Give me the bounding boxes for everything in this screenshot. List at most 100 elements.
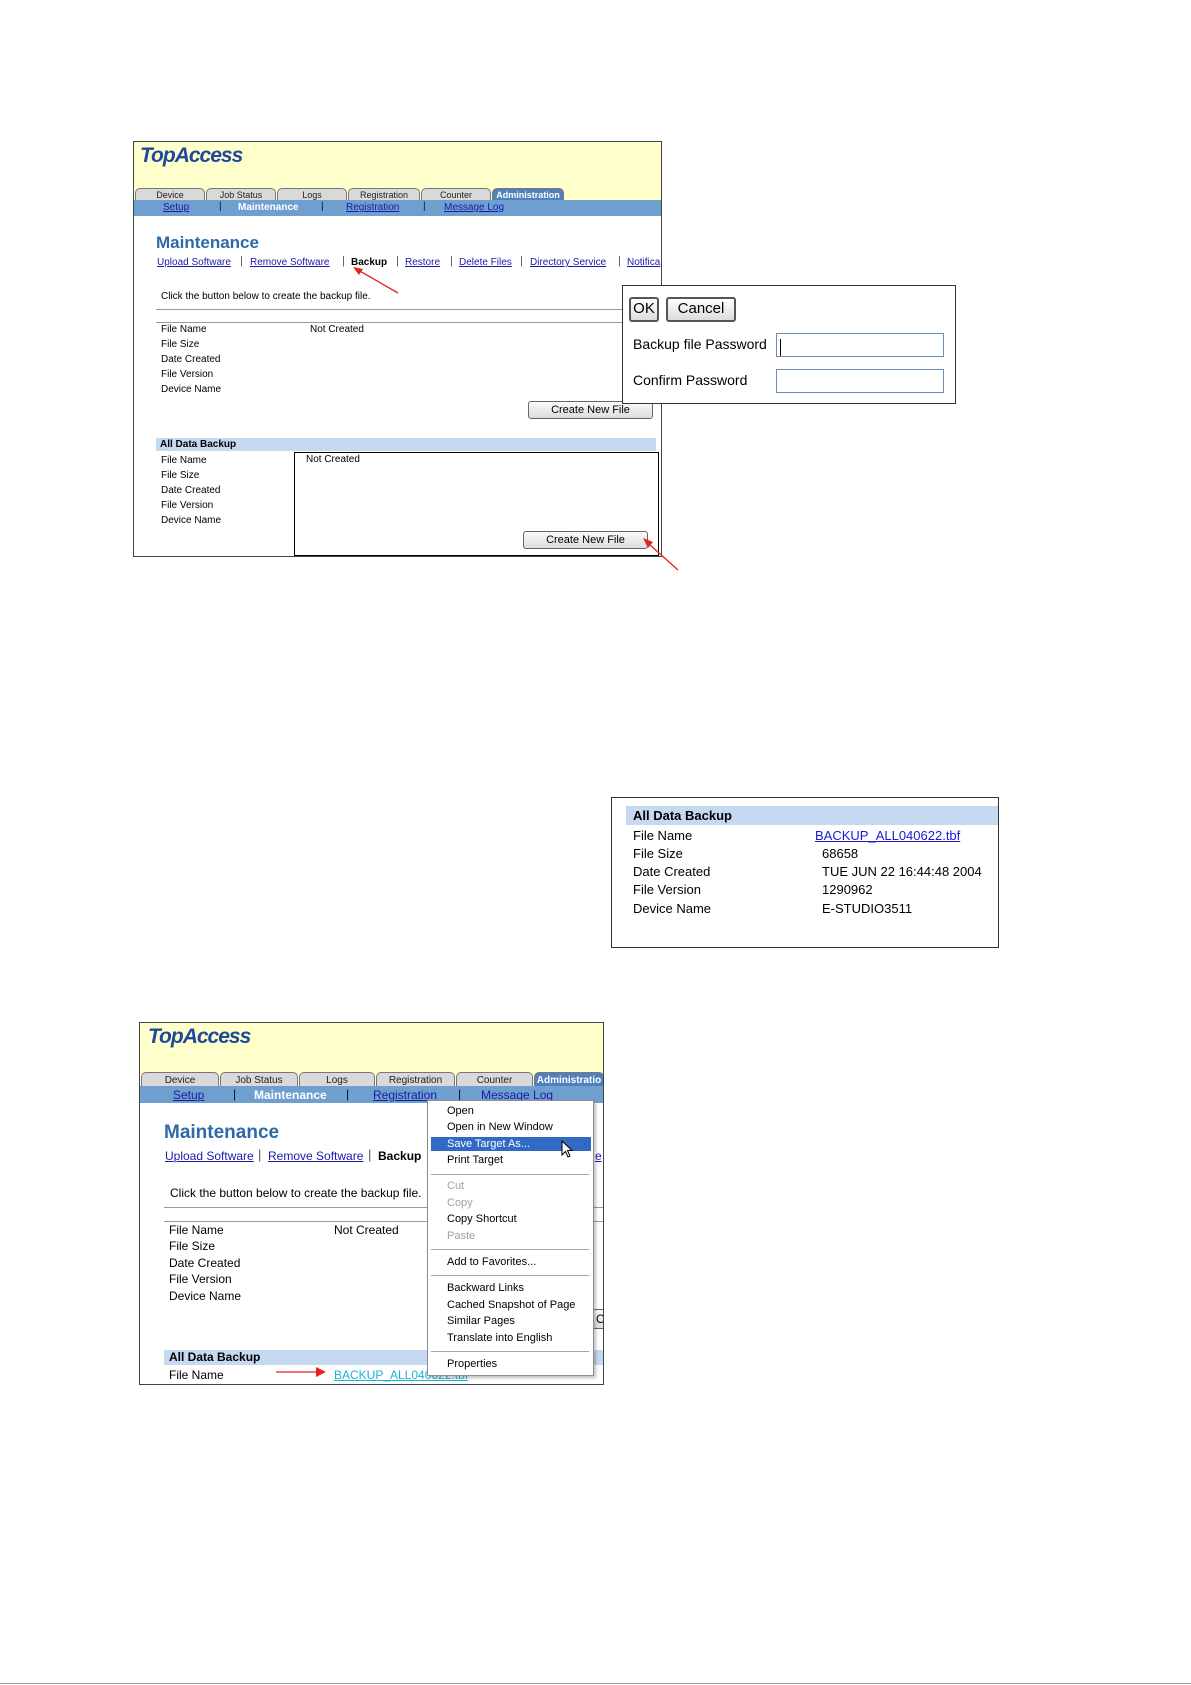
link-separator: | [450,255,453,267]
instruction-text: Click the button below to create the bac… [161,291,371,302]
tab-counter[interactable]: Counter [456,1072,533,1086]
tab-device[interactable]: Device [141,1072,219,1086]
subnav-separator: | [423,201,426,212]
topaccess-logo: TopAccess [148,1025,251,1048]
confirm-password-input[interactable] [776,369,944,393]
tab-job-status[interactable]: Job Status [206,188,276,200]
backup-password-dialog: OK Cancel Backup file Password Confirm P… [622,285,956,404]
subnav-setup[interactable]: Setup [163,202,189,213]
subnav-separator: | [458,1087,462,1101]
tab-job-status[interactable]: Job Status [220,1072,298,1086]
create-new-file-all-data-button[interactable]: Create New File [523,531,648,549]
tab-logs[interactable]: Logs [299,1072,375,1086]
field-label-file-name: File Name [169,1223,224,1237]
card-value-file-size: 68658 [822,846,859,861]
menu-item-backward-links[interactable]: Backward Links [431,1281,591,1295]
sub-navigation-bar: Setup | Maintenance | Registration | Mes… [134,200,661,216]
red-arrow-icon [643,538,679,571]
card-label-device-name: Device Name [633,901,712,916]
subnav-setup[interactable]: Setup [173,1088,204,1102]
backup-password-input[interactable] [776,333,944,357]
field-label-file-name: File Name [169,1368,224,1382]
menu-item-cut: Cut [447,1180,465,1192]
field-label-date-created: Date Created [161,485,221,496]
menu-item-add-favorites[interactable]: Add to Favorites... [431,1255,591,1269]
all-data-backup-header: All Data Backup [156,438,656,451]
file-name-value: Not Created [334,1223,399,1237]
field-label-date-created: Date Created [161,354,221,365]
link-remove-software[interactable]: Remove Software [268,1149,363,1163]
menu-separator [431,1174,589,1175]
tab-device[interactable]: Device [135,188,205,200]
subnav-message-log[interactable]: Message Log [444,202,504,213]
field-label-file-name: File Name [161,455,207,466]
menu-separator [431,1249,589,1250]
menu-separator [431,1275,589,1276]
divider [156,309,656,310]
link-backup[interactable]: Backup [378,1149,421,1163]
link-partial[interactable]: e [595,1149,602,1163]
card-value-file-version: 1290962 [822,882,873,897]
confirm-password-label: Confirm Password [633,372,748,388]
link-directory-service[interactable]: Directory Service [530,257,606,268]
card-label-file-version: File Version [633,882,701,897]
menu-separator [431,1351,589,1352]
subnav-separator: | [219,201,222,212]
tab-administration[interactable]: Administratio [534,1072,603,1086]
file-name-value: Not Created [310,324,364,335]
menu-item-cached-snapshot[interactable]: Cached Snapshot of Page [431,1298,591,1312]
tab-counter[interactable]: Counter [421,188,491,200]
card-title: All Data Backup [626,806,998,825]
card-value-device-name: E-STUDIO3511 [822,901,913,916]
tab-administration[interactable]: Administration [492,188,564,200]
red-arrow-icon [353,267,399,294]
red-arrow-icon [276,1367,326,1377]
link-upload-software[interactable]: Upload Software [157,257,231,268]
link-upload-software[interactable]: Upload Software [165,1149,254,1163]
text-caret [780,339,781,356]
menu-item-open-new-window[interactable]: Open in New Window [431,1120,591,1134]
field-label-file-size: File Size [169,1239,216,1253]
link-separator: | [342,255,345,267]
card-value-date-created: TUE JUN 22 16:44:48 2004 [822,864,982,879]
link-restore[interactable]: Restore [405,257,440,268]
field-label-file-version: File Version [169,1272,232,1286]
instruction-text: Click the button below to create the bac… [170,1186,422,1200]
subnav-maintenance[interactable]: Maintenance [254,1088,327,1102]
link-separator: | [240,255,243,267]
card-label-date-created: Date Created [633,864,711,879]
topaccess-logo: TopAccess [140,144,243,167]
field-label-file-version: File Version [161,500,214,511]
subnav-separator: | [233,1087,237,1101]
subnav-registration[interactable]: Registration [346,202,399,213]
tab-registration[interactable]: Registration [348,188,420,200]
link-delete-files[interactable]: Delete Files [459,257,512,268]
menu-item-translate[interactable]: Translate into English [431,1331,591,1345]
link-remove-software[interactable]: Remove Software [250,257,329,268]
backup-detail-card: All Data Backup File Name BACKUP_ALL0406… [611,797,999,948]
ok-button[interactable]: OK [629,297,659,322]
field-label-date-created: Date Created [169,1256,241,1270]
mouse-cursor-icon [561,1140,574,1158]
subnav-maintenance[interactable]: Maintenance [238,202,299,213]
all-data-file-name-value: Not Created [306,454,360,465]
field-label-file-size: File Size [161,470,200,481]
tab-logs[interactable]: Logs [277,188,347,200]
tab-registration[interactable]: Registration [376,1072,455,1086]
field-label-device-name: Device Name [161,515,222,526]
page-bottom-rule [0,1683,1191,1684]
menu-item-copy-shortcut[interactable]: Copy Shortcut [431,1212,591,1226]
field-label-file-version: File Version [161,369,214,380]
menu-item-properties[interactable]: Properties [431,1357,591,1371]
field-label-device-name: Device Name [169,1289,242,1303]
page-title: Maintenance [156,233,259,252]
menu-item-similar-pages[interactable]: Similar Pages [431,1314,591,1328]
menu-item-open[interactable]: Open [431,1104,591,1118]
backup-file-link[interactable]: BACKUP_ALL040622.tbf [815,828,960,843]
menu-item-paste: Paste [447,1230,476,1242]
cancel-button[interactable]: Cancel [666,297,736,322]
card-label-file-size: File Size [633,846,683,861]
field-label-file-size: File Size [161,339,200,350]
menu-item-copy: Copy [447,1197,473,1209]
link-notification[interactable]: Notifica [627,257,660,268]
